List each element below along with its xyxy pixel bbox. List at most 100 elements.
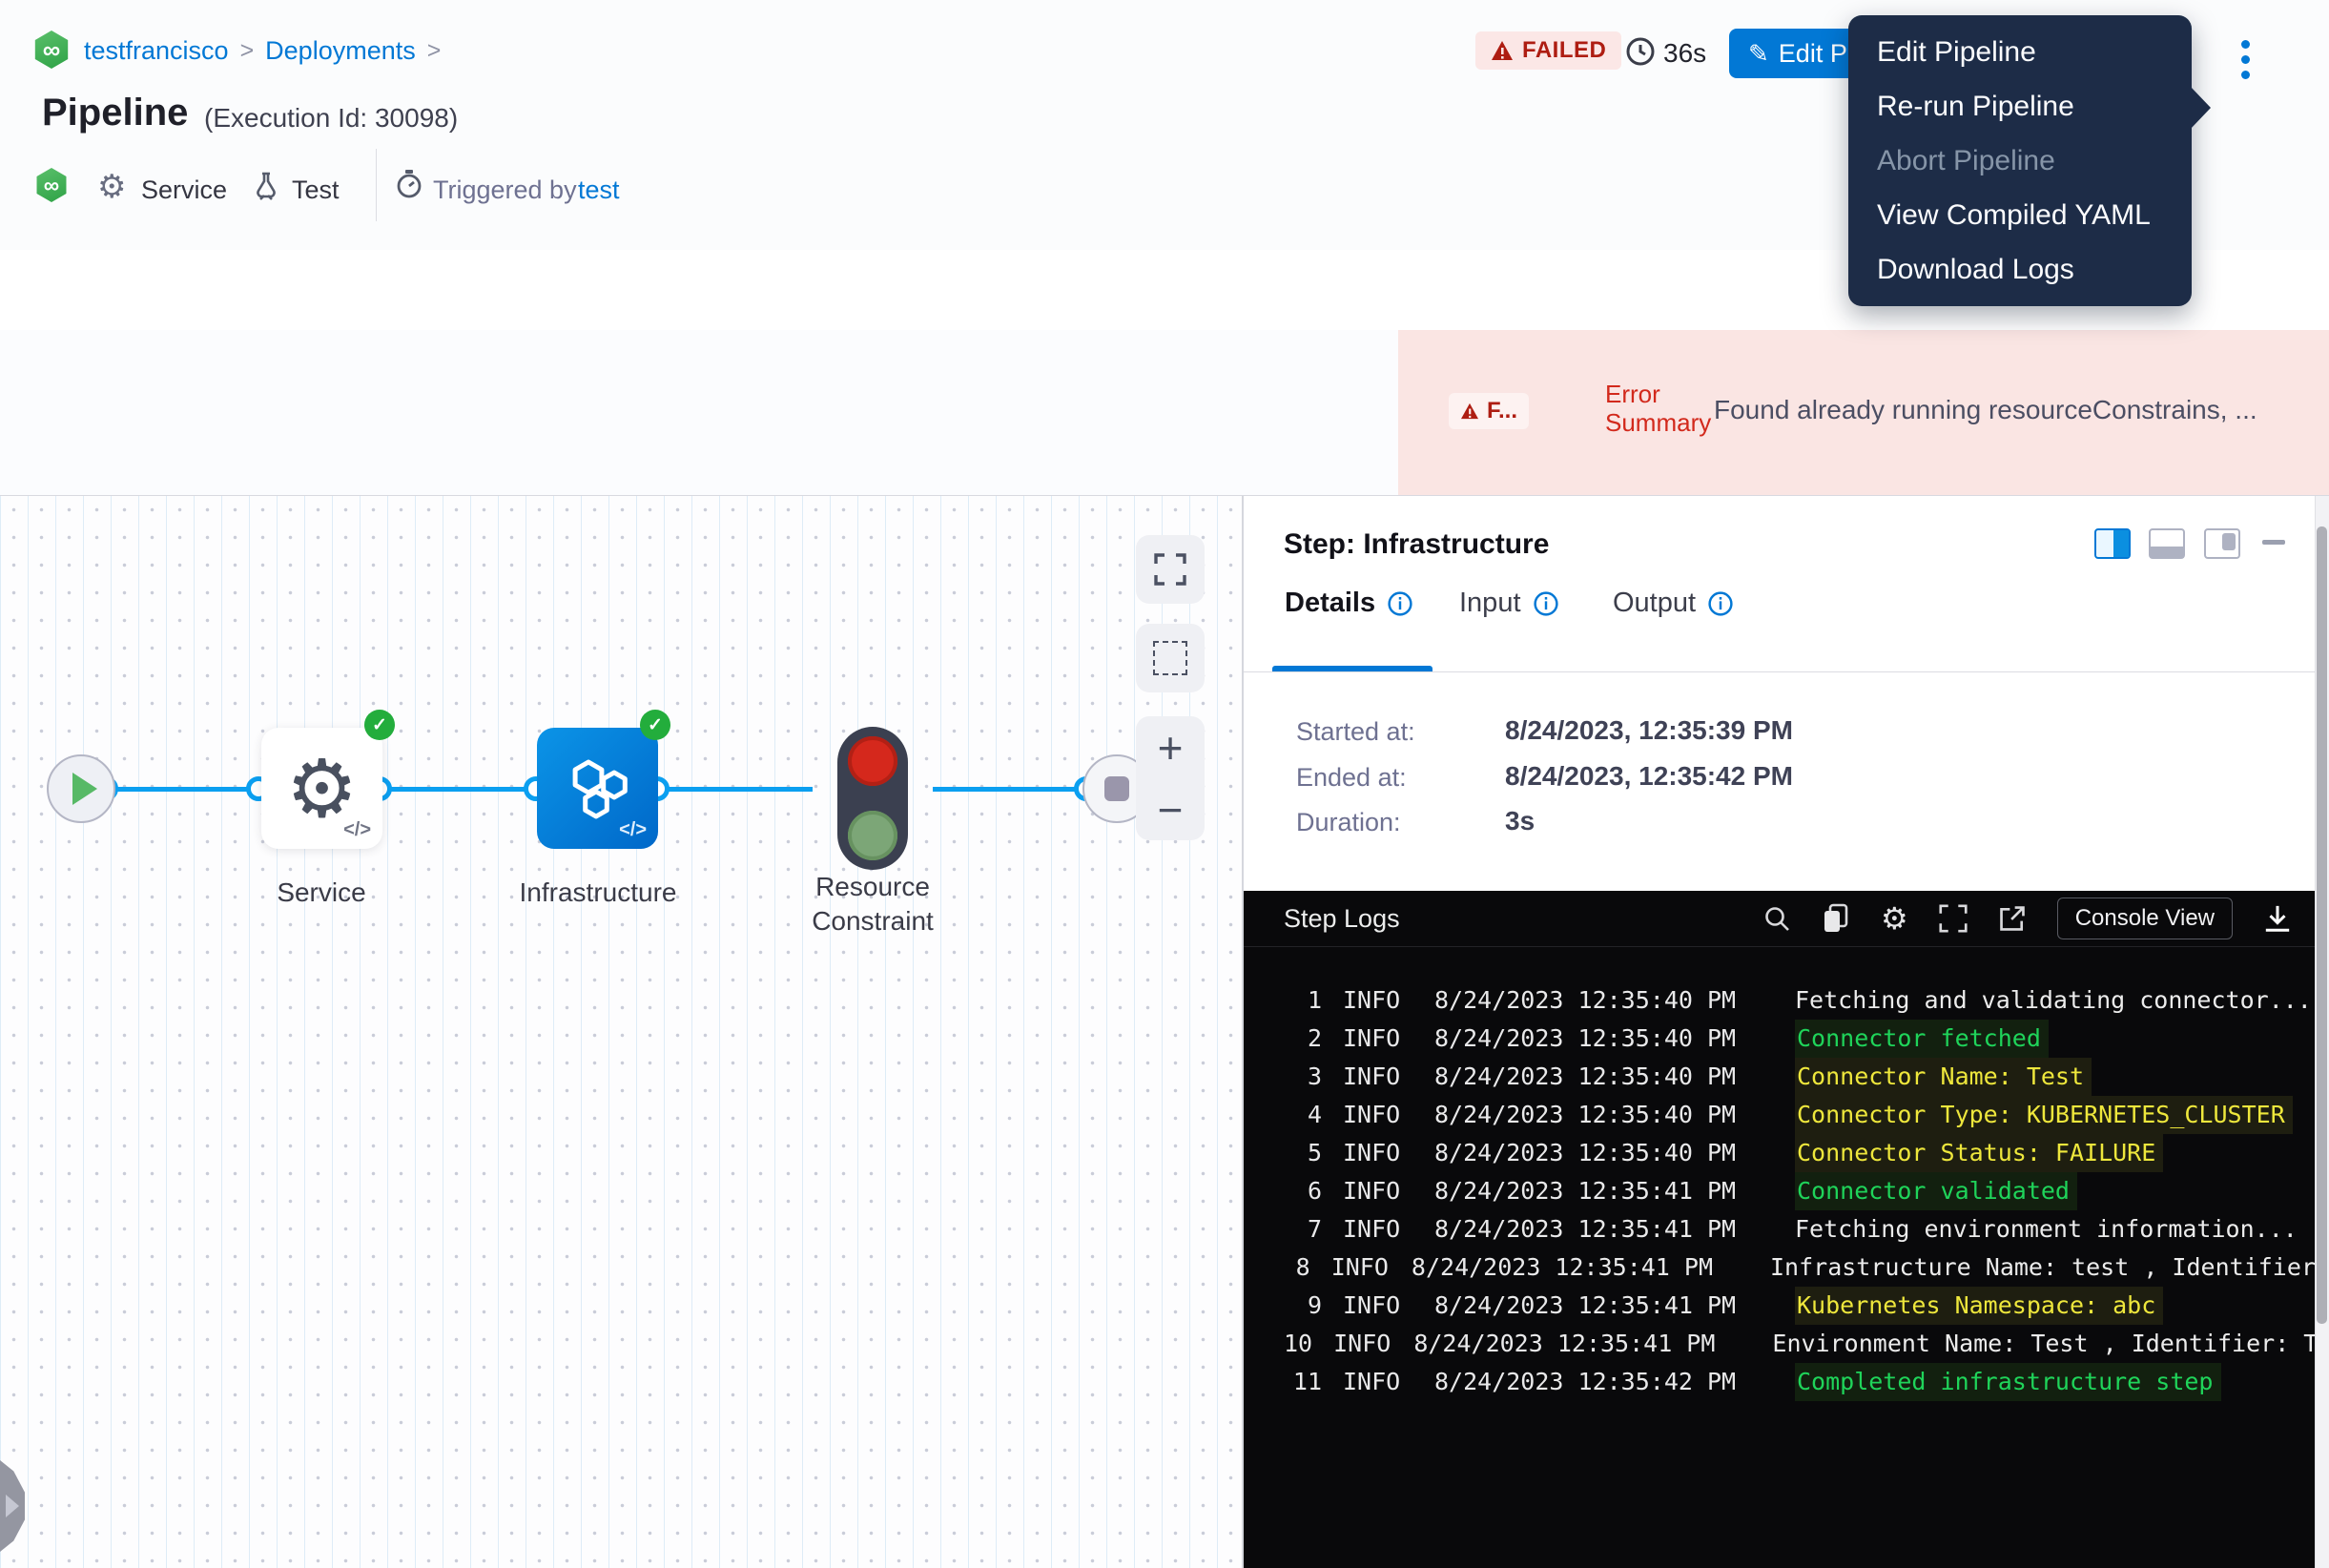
log-line: 8INFO8/24/2023 12:35:41 PMInfrastructure… [1244, 1248, 2329, 1287]
infrastructure-step-node[interactable]: </> [537, 728, 658, 849]
tab-output[interactable]: Output [1613, 588, 1734, 619]
page-title: Pipeline [42, 92, 188, 134]
log-line: 6INFO8/24/2023 12:35:41 PMConnector vali… [1244, 1172, 2329, 1210]
zoom-out-button[interactable]: − [1158, 788, 1184, 832]
failed-mini-text: F... [1487, 398, 1517, 424]
stop-square-icon [1104, 776, 1129, 801]
layout-floating-panel-button[interactable] [2204, 528, 2240, 559]
error-summary-section: F... Error Summary Found already running… [1398, 330, 2329, 495]
detail-row-label: Duration: [1296, 808, 1401, 837]
log-line: 4INFO8/24/2023 12:35:40 PMConnector Type… [1244, 1096, 2329, 1134]
status-badge: FAILED [1475, 31, 1621, 70]
open-in-new-icon[interactable] [1998, 904, 2027, 933]
layout-right-split-button[interactable] [2094, 528, 2131, 559]
log-line: 11INFO8/24/2023 12:35:42 PMCompleted inf… [1244, 1363, 2329, 1401]
step-details-panel: Step: Infrastructure Details Input Outpu… [1243, 496, 2329, 1568]
canvas-fullscreen-button[interactable] [1136, 535, 1205, 604]
pencil-icon: ✎ [1748, 39, 1769, 69]
harness-logo-icon-small: ∞ [34, 168, 69, 202]
success-check-badge: ✓ [364, 710, 395, 740]
log-settings-gear-icon[interactable]: ⚙ [1881, 903, 1908, 934]
layout-bottom-split-button[interactable] [2149, 528, 2185, 559]
breadcrumb-separator: > [427, 37, 442, 65]
vertical-scrollbar-thumb[interactable] [2317, 526, 2327, 1324]
error-summary-message: Found already running resourceConstrains… [1714, 395, 2324, 425]
header-divider [376, 149, 377, 221]
warning-icon [1491, 40, 1514, 61]
triggered-by-user-link[interactable]: test [578, 175, 620, 205]
gear-icon: ⚙ [286, 749, 358, 829]
pipeline-execution-screen: ∞ testfrancisco > Deployments > Pipeline… [0, 0, 2329, 1568]
connector-line [379, 787, 537, 792]
log-line: 3INFO8/24/2023 12:35:40 PMConnector Name… [1244, 1058, 2329, 1096]
stage-summary-bar: deploy Started at: 8/24/2023, 12:35:11 P… [0, 330, 2329, 496]
console-title: Step Logs [1284, 904, 1400, 934]
service-step-node[interactable]: ⚙ </> [261, 728, 382, 849]
play-icon [72, 773, 97, 805]
harness-logo-icon: ∞ [32, 31, 71, 69]
service-node-label: Service [226, 876, 417, 910]
console-view-button[interactable]: Console View [2057, 897, 2233, 939]
execution-id: (Execution Id: 30098) [204, 103, 458, 134]
menu-item-edit-pipeline[interactable]: Edit Pipeline [1848, 25, 2192, 79]
code-glyph: </> [619, 819, 647, 841]
info-icon [1707, 590, 1734, 617]
breadcrumb: testfrancisco > Deployments > [84, 34, 452, 67]
panel-active-tab-underline [1272, 666, 1432, 671]
log-line: 10INFO8/24/2023 12:35:41 PMEnvironment N… [1244, 1325, 2329, 1363]
red-light [848, 736, 897, 786]
connector-line [933, 787, 1087, 792]
resource-constraint-node[interactable] [837, 727, 908, 870]
canvas-select-button[interactable] [1136, 624, 1205, 692]
breadcrumb-separator: > [240, 37, 255, 65]
infrastructure-node-label: Infrastructure [503, 876, 693, 910]
log-line: 1INFO8/24/2023 12:35:40 PMFetching and v… [1244, 981, 2329, 1020]
menu-item-download-logs[interactable]: Download Logs [1848, 242, 2192, 297]
log-line: 2INFO8/24/2023 12:35:40 PMConnector fetc… [1244, 1020, 2329, 1058]
resource-constraint-label: Resource Constraint [801, 870, 944, 939]
green-light [848, 811, 897, 860]
log-line: 7INFO8/24/2023 12:35:41 PMFetching envir… [1244, 1210, 2329, 1248]
service-type-label: Service [141, 175, 227, 205]
info-icon [1387, 590, 1413, 617]
search-icon[interactable] [1762, 904, 1791, 933]
elapsed-time: 36s [1663, 38, 1706, 69]
detail-row-value: 8/24/2023, 12:35:39 PM [1505, 715, 1793, 746]
start-node[interactable] [47, 754, 115, 823]
zoom-in-button[interactable]: + [1158, 726, 1184, 770]
menu-item-view-compiled-yaml[interactable]: View Compiled YAML [1848, 188, 2192, 242]
success-check-badge: ✓ [640, 710, 670, 740]
log-line: 9INFO8/24/2023 12:35:41 PMKubernetes Nam… [1244, 1287, 2329, 1325]
info-icon [1533, 590, 1559, 617]
breadcrumb-org-link[interactable]: testfrancisco [84, 36, 229, 66]
canvas-zoom-controls: + − [1136, 716, 1205, 840]
copy-icon[interactable] [1822, 903, 1850, 934]
minimize-panel-button[interactable] [2262, 540, 2285, 545]
stopwatch-icon [393, 168, 425, 200]
menu-item-abort-pipeline[interactable]: Abort Pipeline [1848, 134, 2192, 188]
test-env-icon [250, 170, 282, 202]
step-logs-console: Step Logs ⚙ Console View 1INFO8/24/2023 … [1244, 891, 2329, 1568]
pipeline-canvas[interactable]: ⚙ </> ✓ Service </> ✓ Infrastructure Res… [0, 496, 1243, 1568]
step-panel-title: Step: Infrastructure [1284, 528, 1549, 561]
breadcrumb-deployments-link[interactable]: Deployments [265, 36, 416, 66]
connector-line [651, 787, 813, 792]
tab-input[interactable]: Input [1459, 588, 1559, 619]
menu-arrow [2190, 86, 2211, 130]
console-header: Step Logs ⚙ Console View [1244, 891, 2329, 947]
log-lines: 1INFO8/24/2023 12:35:40 PMFetching and v… [1244, 947, 2329, 1401]
tab-details[interactable]: Details [1285, 588, 1413, 619]
test-env-label: Test [292, 175, 340, 205]
chevron-right-icon [6, 1495, 19, 1517]
hexagons-icon [560, 754, 636, 823]
download-logs-icon[interactable] [2263, 904, 2292, 933]
menu-item-rerun-pipeline[interactable]: Re-run Pipeline [1848, 79, 2192, 134]
error-summary-label: Error Summary [1605, 380, 1711, 437]
code-glyph: </> [343, 819, 371, 841]
detail-row-value: 8/24/2023, 12:35:42 PM [1505, 761, 1793, 792]
pipeline-actions-menu: Edit Pipeline Re-run Pipeline Abort Pipe… [1848, 15, 2192, 306]
more-options-kebab-icon[interactable] [2241, 40, 2250, 86]
failed-mini-badge: F... [1449, 393, 1529, 429]
log-fullscreen-icon[interactable] [1939, 904, 1968, 933]
detail-row-value: 3s [1505, 806, 1535, 836]
